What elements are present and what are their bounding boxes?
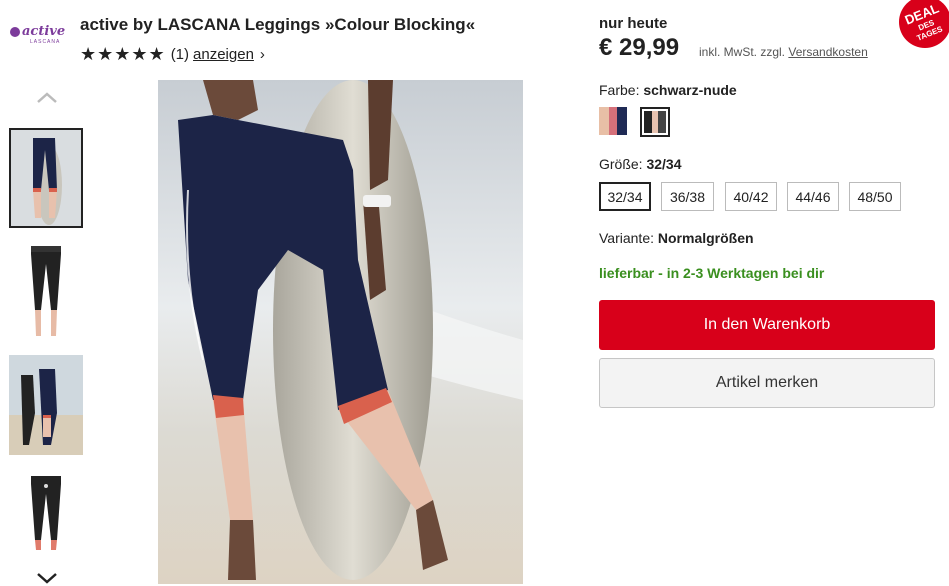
size-option-32-34[interactable]: 32/34 — [599, 182, 651, 211]
size-value: 32/34 — [646, 156, 682, 172]
rating-stars-icon: ★★★★★ — [80, 44, 166, 64]
availability-text: lieferbar - in 2-3 Werktagen bei dir — [599, 265, 825, 281]
price: € 29,99 — [599, 34, 680, 61]
color-label-row: Farbe: schwarz-nude — [599, 82, 737, 98]
swatch-schwarz-nude[interactable] — [640, 107, 670, 137]
thumbnail-4-image — [31, 476, 61, 550]
variant-value: Normalgrößen — [657, 230, 754, 246]
variant-label: Variante: — [599, 230, 654, 246]
thumbnail-2-image — [31, 246, 61, 336]
thumbnail-1-image — [11, 130, 81, 226]
thumbnail-4[interactable] — [9, 470, 83, 570]
thumbnail-1[interactable] — [9, 128, 83, 228]
chevron-up-icon[interactable] — [36, 90, 58, 106]
thumbnail-2[interactable] — [9, 240, 83, 340]
size-option-48-50[interactable]: 48/50 — [849, 182, 901, 211]
tax-info: inkl. MwSt. zzgl. Versandkosten — [699, 45, 868, 59]
swatch-schwarz-nude-image — [644, 111, 666, 133]
rating-count: (1) — [170, 46, 190, 63]
product-title: active by LASCANA Leggings »Colour Block… — [80, 15, 476, 34]
size-label: Größe: — [599, 156, 643, 172]
save-item-button[interactable]: Artikel merken — [599, 358, 935, 408]
variant-row: Variante: Normalgrößen — [599, 230, 754, 246]
show-reviews-link[interactable]: anzeigen — [193, 46, 254, 63]
size-option-44-46[interactable]: 44/46 — [787, 182, 839, 211]
brand-logo-text: active — [22, 24, 66, 39]
size-option-36-38[interactable]: 36/38 — [661, 182, 714, 211]
color-value: schwarz-nude — [643, 82, 737, 98]
brand-logo-mark-icon — [10, 27, 20, 37]
thumbnail-3-image — [9, 355, 83, 455]
main-product-image[interactable] — [158, 80, 523, 584]
swatch-nude-navy[interactable] — [599, 107, 627, 135]
tax-text: inkl. MwSt. zzgl. — [699, 45, 786, 59]
swatch-nude-navy-image — [599, 107, 627, 135]
color-label: Farbe: — [599, 82, 640, 98]
thumbnail-3[interactable] — [9, 355, 83, 455]
price-label: nur heute — [599, 15, 668, 32]
add-to-cart-button[interactable]: In den Warenkorb — [599, 300, 935, 350]
shipping-costs-link[interactable]: Versandkosten — [788, 45, 867, 59]
rating-row: ★★★★★ (1) anzeigen › — [80, 44, 265, 65]
brand-logo-subtext: LASCANA — [30, 39, 61, 45]
brand-logo[interactable]: active LASCANA — [8, 22, 72, 50]
chevron-right-icon: › — [259, 46, 265, 63]
deal-badge: DEAL DES TAGES — [899, 0, 949, 48]
size-label-row: Größe: 32/34 — [599, 156, 682, 172]
size-option-40-42[interactable]: 40/42 — [725, 182, 777, 211]
